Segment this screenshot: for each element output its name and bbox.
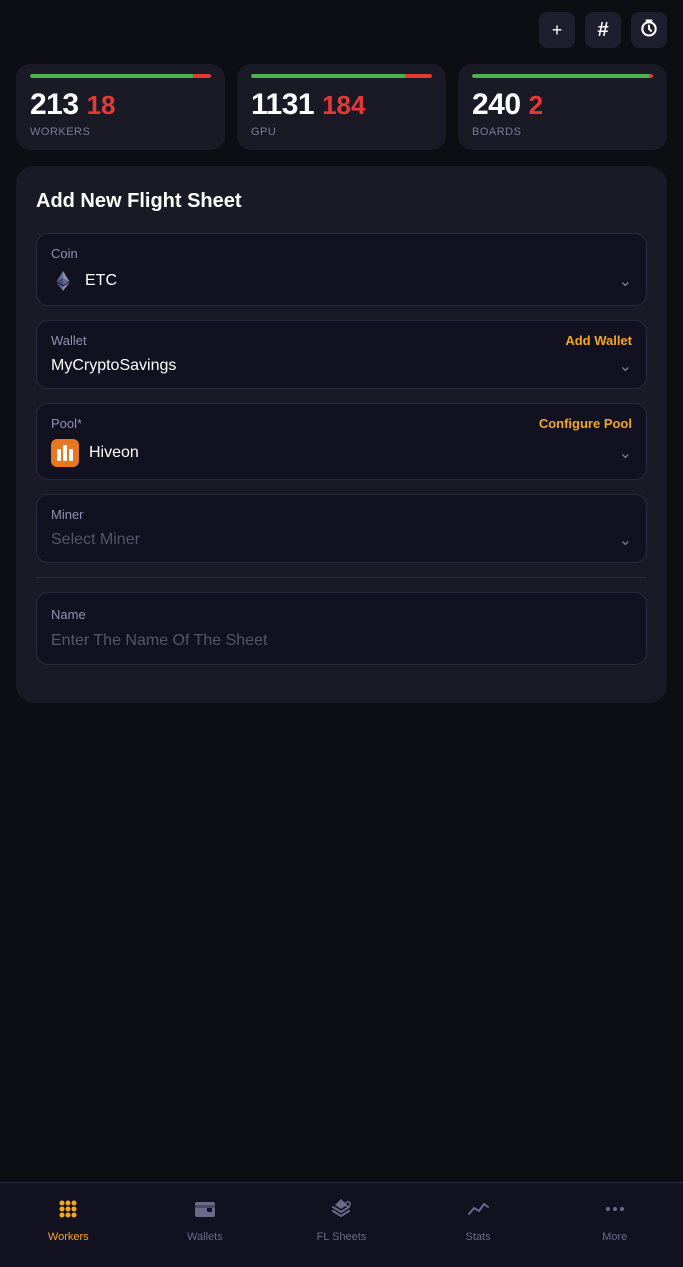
stats-nav-label: Stats xyxy=(466,1231,491,1243)
timer-icon xyxy=(639,18,659,43)
miner-value-text: Select Miner xyxy=(51,531,140,549)
boards-card[interactable]: 240 2 BOARDS xyxy=(458,64,667,150)
configure-pool-button[interactable]: Configure Pool xyxy=(539,416,632,431)
miner-value-row[interactable]: Select Miner ⌄ xyxy=(51,530,632,550)
gpu-bar-fill xyxy=(251,74,432,78)
top-bar: + # xyxy=(0,0,683,56)
gpu-bar-container xyxy=(251,74,432,78)
workers-card[interactable]: 213 18 WORKERS xyxy=(16,64,225,150)
nav-more[interactable]: More xyxy=(546,1193,683,1247)
workers-alert-value: 18 xyxy=(87,90,116,121)
name-field[interactable]: Name Enter The Name Of The Sheet xyxy=(36,592,647,665)
hashtag-button[interactable]: # xyxy=(585,12,621,48)
wallet-chevron-icon: ⌄ xyxy=(619,356,632,376)
coin-field[interactable]: Coin ETC ⌄ xyxy=(36,233,647,306)
pool-value-row[interactable]: Hiveon ⌄ xyxy=(51,439,632,467)
hiveon-icon xyxy=(51,439,79,467)
nav-stats[interactable]: Stats xyxy=(410,1193,547,1247)
more-nav-icon xyxy=(603,1197,627,1227)
coin-label: Coin xyxy=(51,246,78,261)
add-wallet-button[interactable]: Add Wallet xyxy=(565,333,632,348)
boards-main-value: 240 xyxy=(472,88,521,122)
coin-chevron-icon: ⌄ xyxy=(619,271,632,291)
flsheets-nav-label: FL Sheets xyxy=(317,1231,367,1243)
wallet-value-row[interactable]: MyCryptoSavings ⌄ xyxy=(51,356,632,376)
nav-flsheets[interactable]: FL Sheets xyxy=(273,1193,410,1247)
workers-nav-icon xyxy=(56,1197,80,1227)
boards-label: BOARDS xyxy=(472,126,653,138)
section-separator xyxy=(36,577,647,578)
boards-bar-fill xyxy=(472,74,653,78)
stats-nav-icon xyxy=(466,1197,490,1227)
pool-value-text: Hiveon xyxy=(89,444,139,462)
coin-value-text: ETC xyxy=(85,272,117,290)
wallet-value-text: MyCryptoSavings xyxy=(51,357,176,375)
ethereum-icon xyxy=(51,269,75,293)
workers-main-value: 213 xyxy=(30,88,79,122)
form-card: Add New Flight Sheet Coin ETC ⌄ xyxy=(16,166,667,703)
coin-value-row[interactable]: ETC ⌄ xyxy=(51,269,632,293)
more-nav-label: More xyxy=(602,1231,627,1243)
miner-chevron-icon: ⌄ xyxy=(619,530,632,550)
stats-row: 213 18 WORKERS 1131 184 GPU 240 2 BOARDS xyxy=(0,56,683,166)
gpu-label: GPU xyxy=(251,126,432,138)
workers-bar-fill xyxy=(30,74,211,78)
miner-field[interactable]: Miner Select Miner ⌄ xyxy=(36,494,647,563)
name-input[interactable]: Enter The Name Of The Sheet xyxy=(51,632,632,650)
name-label: Name xyxy=(51,607,632,622)
wallets-nav-label: Wallets xyxy=(187,1231,223,1243)
gpu-alert-value: 184 xyxy=(322,90,365,121)
workers-bar-container xyxy=(30,74,211,78)
pool-chevron-icon: ⌄ xyxy=(619,443,632,463)
nav-wallets[interactable]: Wallets xyxy=(137,1193,274,1247)
pool-label: Pool* xyxy=(51,416,82,431)
nav-workers[interactable]: Workers xyxy=(0,1193,137,1247)
miner-label: Miner xyxy=(51,507,84,522)
workers-label: WORKERS xyxy=(30,126,211,138)
wallets-nav-icon xyxy=(193,1197,217,1227)
gpu-main-value: 1131 xyxy=(251,88,314,122)
wallet-label: Wallet xyxy=(51,333,87,348)
hashtag-icon: # xyxy=(597,19,608,42)
add-button[interactable]: + xyxy=(539,12,575,48)
boards-alert-value: 2 xyxy=(529,90,543,121)
wallet-field[interactable]: Wallet Add Wallet MyCryptoSavings ⌄ xyxy=(36,320,647,389)
workers-nav-label: Workers xyxy=(48,1231,89,1243)
flsheets-nav-icon xyxy=(329,1197,353,1227)
plus-icon: + xyxy=(552,20,563,41)
form-title: Add New Flight Sheet xyxy=(36,190,647,213)
boards-bar-container xyxy=(472,74,653,78)
gpu-card[interactable]: 1131 184 GPU xyxy=(237,64,446,150)
timer-button[interactable] xyxy=(631,12,667,48)
pool-field[interactable]: Pool* Configure Pool Hiveon ⌄ xyxy=(36,403,647,480)
bottom-nav: Workers Wallets FL Sheets xyxy=(0,1182,683,1267)
